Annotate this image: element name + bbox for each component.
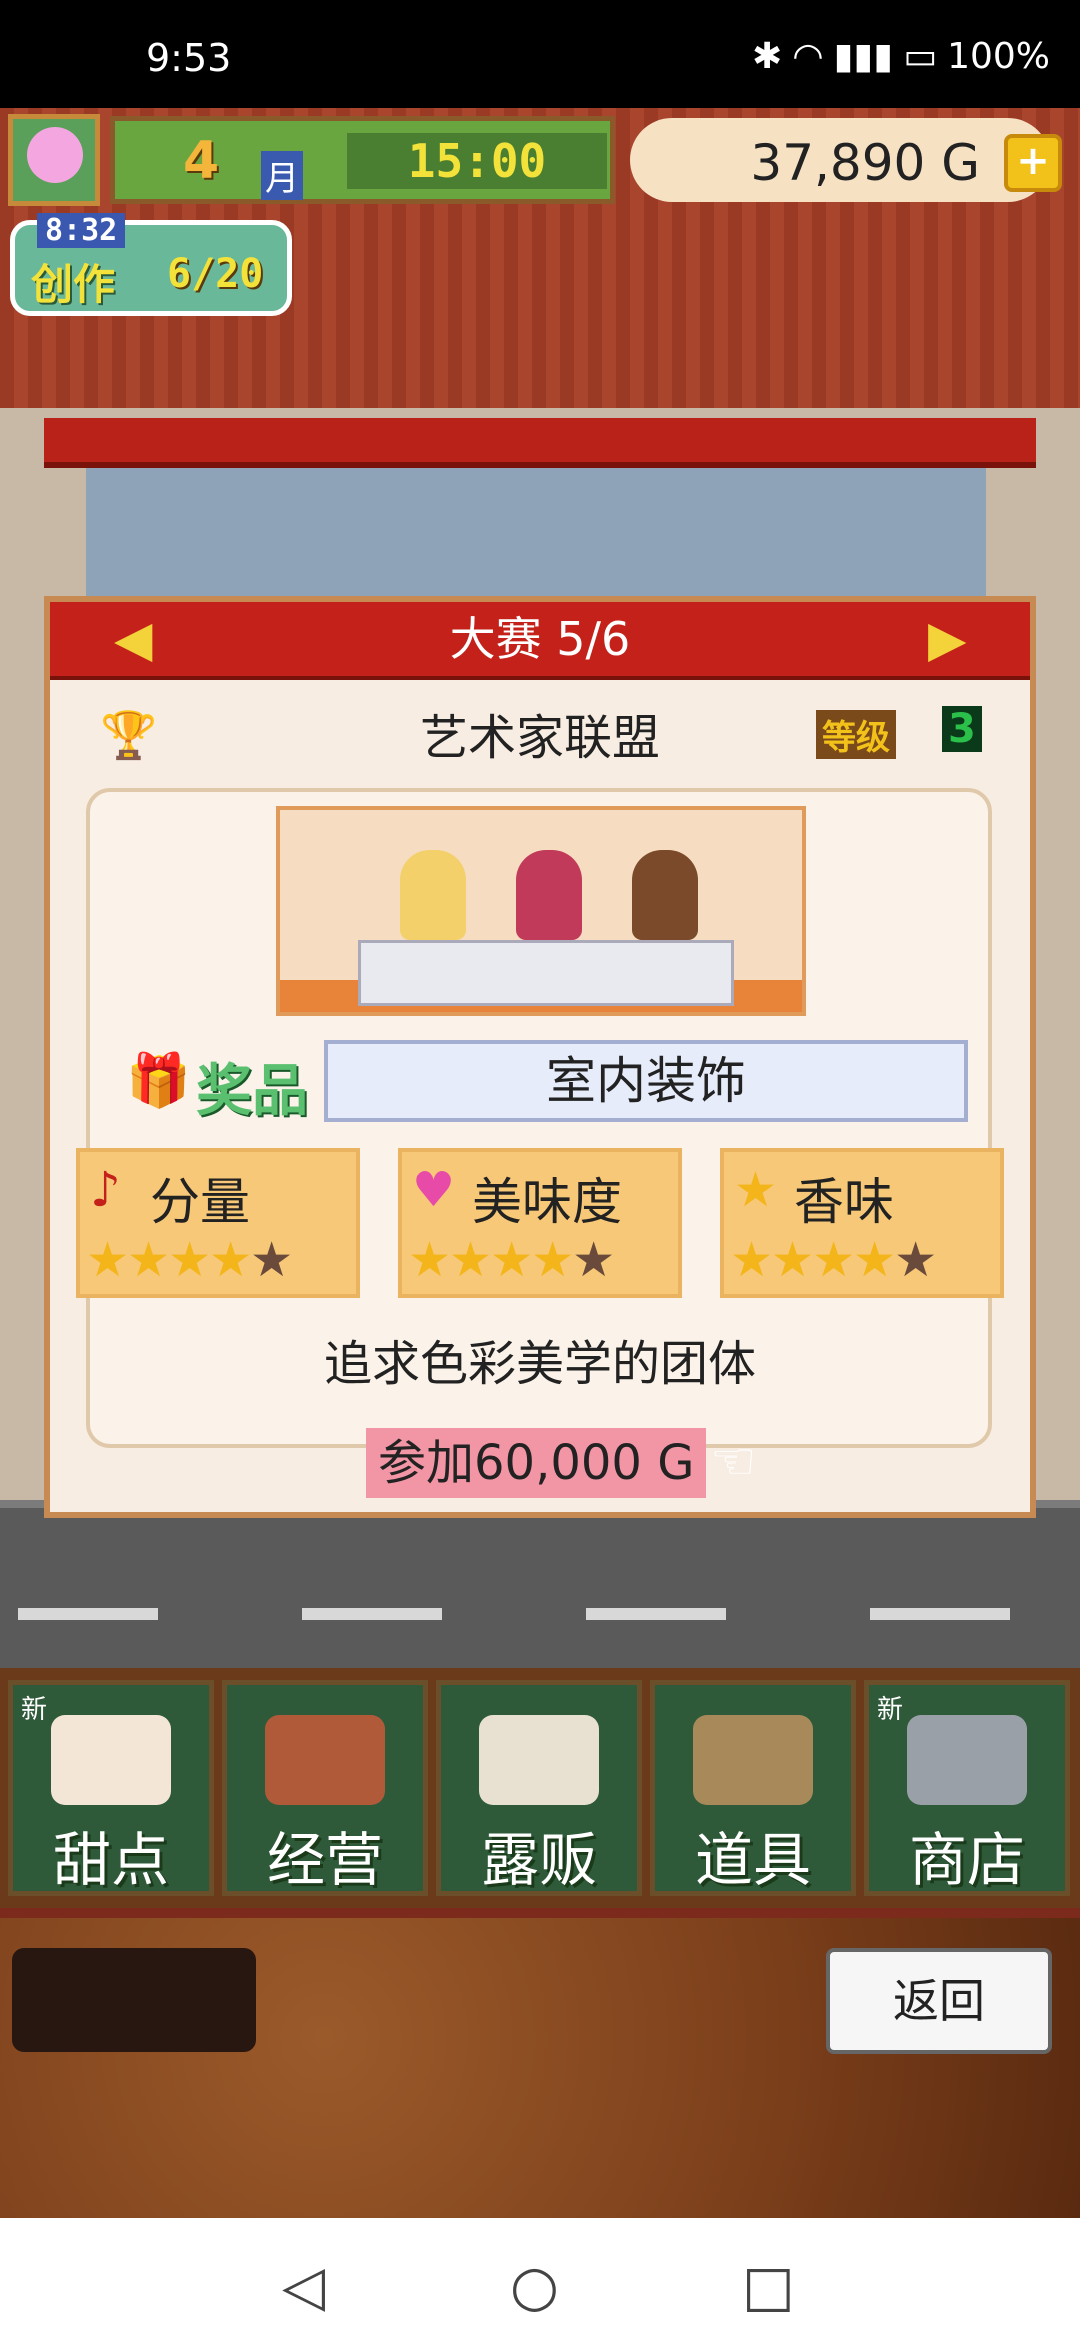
team-portrait [276,806,806,1016]
gear-bag-icon [693,1715,813,1805]
nav-home-icon[interactable]: ○ [510,2254,559,2319]
judge-table [358,940,734,1006]
next-arrow-icon[interactable]: ▶ [928,612,966,666]
prev-arrow-icon[interactable]: ◀ [114,612,152,666]
team-description: 追求色彩美学的团体 [323,1336,756,1392]
craft-panel[interactable]: 8:32 创作 6/20 [10,213,292,316]
cotton-candy-icon [27,127,83,183]
menu-label: 甜点 [52,1826,169,1894]
game-view: 4 月 15:00 37,890 G + 8:32 创作 6/20 大赛 5/6… [0,108,1080,2218]
stat-label: 香味 [794,1173,894,1231]
status-bar: 9:53 ✱ ◠ ▮▮▮ ▭ 100% [0,0,1080,108]
star-rating: ★★★★★ [86,1232,293,1288]
money-panel: 37,890 G + [630,118,1062,202]
month-label: 月 [261,151,303,200]
prize-value: 室内装饰 [546,1052,746,1110]
dialog-title: 大赛 5/6 [449,612,631,666]
music-note-icon: ♪ [90,1162,121,1218]
road-dash [18,1608,158,1620]
gift-icon: 🎁 [126,1051,191,1111]
stat-portion: ♪ 分量 ★★★★★ [76,1148,360,1298]
menu-stall[interactable]: 露贩 [436,1680,642,1896]
star-icon: ★ [734,1162,778,1218]
rank-value: 3 [942,706,982,752]
menu-label: 道具 [694,1826,811,1894]
back-button[interactable]: 返回 [826,1948,1052,2054]
nav-recents-icon[interactable]: □ [742,2254,795,2319]
wifi-icon: ◠ [792,36,824,77]
cart-icon [907,1715,1027,1805]
shop-icon [265,1715,385,1805]
heart-icon: ♥ [412,1162,456,1218]
menu-manage[interactable]: 经营 [222,1680,428,1896]
bluetooth-icon: ✱ [752,36,783,77]
new-badge: 新 [877,1695,904,1725]
status-time: 9:53 [146,36,232,80]
cake-icon [51,1715,171,1805]
4g-signal-icon: ▮▮▮ [833,36,894,77]
menu-label: 商店 [908,1826,1025,1894]
craft-label: 创作 [31,260,116,309]
road-dash [586,1608,726,1620]
battery-icon: ▭ [903,36,938,77]
prize-box: 室内装饰 [324,1040,968,1122]
pointing-hand-icon: ☜ [710,1432,757,1492]
food-truck-icon [479,1715,599,1805]
dialog-header: 大赛 5/6 ◀ ▶ [50,602,1030,680]
rank-label: 等级 [816,710,896,759]
new-badge: 新 [21,1695,48,1725]
road-dash [870,1608,1010,1620]
craft-timer: 8:32 [37,213,126,248]
add-money-button[interactable]: + [1004,134,1062,192]
system-nav-bar: ◁ ○ □ [0,2218,1080,2340]
date-time-panel: 4 月 15:00 [110,116,615,204]
menu-label: 露贩 [480,1826,597,1894]
stat-label: 分量 [150,1173,250,1231]
nav-back-icon[interactable]: ◁ [282,2254,325,2319]
member-sunglasses [632,850,698,940]
game-clock: 15:00 [347,133,607,189]
star-rating: ★★★★★ [730,1232,937,1288]
stat-aroma: ★ 香味 ★★★★★ [720,1148,1004,1298]
month-number: 4 [183,131,220,191]
contest-dialog: 大赛 5/6 ◀ ▶ 🏆 艺术家联盟 等级 3 🎁 奖品 室内装饰 ♪ 分量 ★… [44,596,1036,1518]
join-button[interactable]: 参加60,000 G [366,1428,707,1498]
menu-items[interactable]: 道具 [650,1680,856,1896]
info-slot [12,1948,256,2052]
menu-store[interactable]: 新 商店 [864,1680,1070,1896]
player-avatar[interactable] [8,114,100,206]
menu-dessert[interactable]: 新 甜点 [8,1680,214,1896]
shop-awning [44,418,1036,468]
road-dash [302,1608,442,1620]
member-beret [516,850,582,940]
battery-percent: 100% [947,36,1050,77]
prize-label: 奖品 [196,1059,308,1124]
member-blonde [400,850,466,940]
star-rating: ★★★★★ [408,1232,615,1288]
status-icons: ✱ ◠ ▮▮▮ ▭ 100% [752,36,1050,77]
money-amount: 37,890 G [750,134,980,192]
stat-taste: ♥ 美味度 ★★★★★ [398,1148,682,1298]
stat-label: 美味度 [472,1173,622,1231]
menu-label: 经营 [266,1826,383,1894]
craft-count: 6/20 [167,251,264,297]
